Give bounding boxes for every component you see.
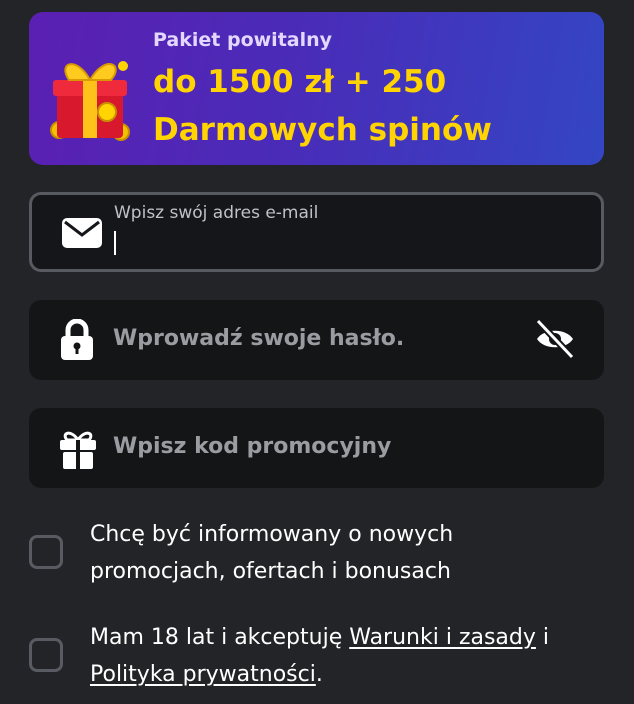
terms-link[interactable]: Warunki i zasady xyxy=(349,625,536,650)
promo-code-placeholder: Wpisz kod promocyjny xyxy=(113,434,392,459)
lock-icon xyxy=(61,319,93,360)
password-field[interactable]: Wprowadź swoje hasło. xyxy=(29,300,604,380)
privacy-policy-link[interactable]: Polityka prywatności xyxy=(90,662,316,687)
newsletter-consent-line2: promocjach, ofertach i bonusach xyxy=(90,559,451,584)
gift-icon xyxy=(60,431,96,469)
newsletter-consent-text[interactable]: Chcę być informowany o nowych promocjach… xyxy=(90,516,610,590)
envelope-icon xyxy=(62,218,102,248)
promo-code-field[interactable]: Wpisz kod promocyjny xyxy=(29,408,604,488)
email-input[interactable] xyxy=(112,229,562,257)
newsletter-checkbox[interactable] xyxy=(29,535,63,569)
welcome-bonus-banner: Pakiet powitalny do 1500 zł + 250 Darmow… xyxy=(29,12,604,165)
terms-text-before: Mam 18 lat i akceptuję xyxy=(90,625,350,650)
terms-consent-text: Mam 18 lat i akceptuję Warunki i zasady … xyxy=(90,619,610,693)
gift-box-coins-icon xyxy=(50,61,130,141)
email-field-label: Wpisz swój adres e-mail xyxy=(114,203,319,223)
terms-checkbox[interactable] xyxy=(29,638,63,672)
terms-text-middle: i xyxy=(535,625,550,650)
email-field[interactable]: Wpisz swój adres e-mail xyxy=(29,192,604,272)
banner-title: do 1500 zł + 250 Darmowych spinów xyxy=(153,58,492,154)
terms-text-after: . xyxy=(315,662,323,687)
banner-subtitle: Pakiet powitalny xyxy=(153,29,333,51)
password-placeholder: Wprowadź swoje hasło. xyxy=(113,326,405,351)
eye-slash-icon[interactable] xyxy=(534,318,576,360)
banner-title-line2: Darmowych spinów xyxy=(153,112,492,148)
banner-title-line1: do 1500 zł + 250 xyxy=(153,64,447,100)
newsletter-consent-line1: Chcę być informowany o nowych xyxy=(90,522,454,547)
